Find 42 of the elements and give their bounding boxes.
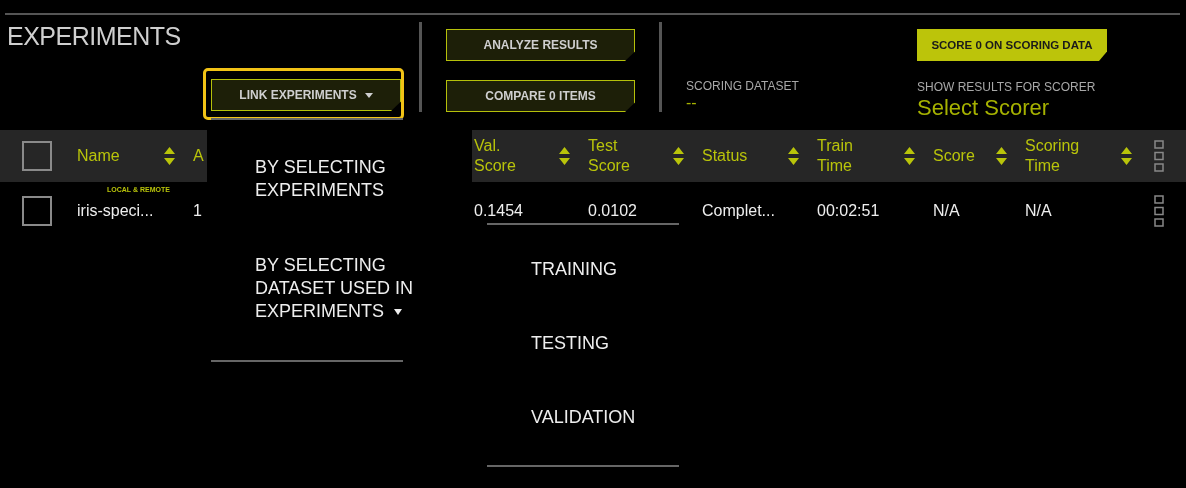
sort-icon[interactable] xyxy=(996,147,1007,165)
column-header[interactable]: Scoring Time xyxy=(1025,136,1085,176)
scorer-dropdown[interactable]: Select Scorer xyxy=(917,95,1050,121)
sort-icon[interactable] xyxy=(788,147,799,165)
table-cell: 0.1454 xyxy=(474,202,523,219)
row-menu-icon[interactable] xyxy=(1154,195,1164,227)
table-cell: N/A xyxy=(933,202,960,219)
caret-icon xyxy=(364,92,373,98)
table-cell: Complet... xyxy=(702,202,775,219)
action-button[interactable]: ANALYZE RESULTS xyxy=(446,29,635,61)
checkbox[interactable] xyxy=(22,141,52,171)
table-cell: iris-speci... xyxy=(77,202,154,219)
score-button[interactable]: SCORE 0 ON SCORING DATA xyxy=(917,29,1107,61)
table-cell: 00:02:51 xyxy=(817,202,880,219)
menu-item[interactable]: TRAINING xyxy=(531,258,688,281)
column-header[interactable]: Status xyxy=(702,146,762,166)
field-value: -- xyxy=(686,94,697,112)
page-title: EXPERIMENTS xyxy=(7,22,181,51)
sort-icon[interactable] xyxy=(904,147,915,165)
table-cell: N/A xyxy=(1025,202,1052,219)
link-experiments-button[interactable]: LINK EXPERIMENTS xyxy=(211,79,401,111)
menu-item[interactable]: VALIDATION xyxy=(531,406,688,429)
field-label: SHOW RESULTS FOR SCORER xyxy=(917,80,1096,94)
sort-icon[interactable] xyxy=(559,147,570,165)
table-cell: 0.0102 xyxy=(588,202,637,219)
field-label: SCORING DATASET xyxy=(686,79,799,93)
sort-icon[interactable] xyxy=(164,147,175,165)
menu-item[interactable]: BY SELECTING DATASET USED IN EXPERIMENTS xyxy=(255,254,445,323)
column-header[interactable]: Test Score xyxy=(588,136,648,176)
checkbox[interactable] xyxy=(22,196,52,226)
caret-icon xyxy=(394,309,403,316)
column-header[interactable]: Score xyxy=(933,146,993,166)
column-header[interactable]: Val. Score xyxy=(474,136,534,176)
column-header[interactable]: Name xyxy=(77,146,137,166)
sort-icon[interactable] xyxy=(673,147,684,165)
column-menu-icon[interactable] xyxy=(1154,140,1164,172)
menu-item[interactable]: BY SELECTING EXPERIMENTS xyxy=(255,156,445,202)
sort-icon[interactable] xyxy=(1121,147,1132,165)
column-header[interactable]: Train Time xyxy=(817,136,877,176)
action-button[interactable]: COMPARE 0 ITEMS xyxy=(446,80,635,112)
table-cell: 1 xyxy=(193,202,202,219)
menu-item[interactable]: TESTING xyxy=(531,332,688,355)
